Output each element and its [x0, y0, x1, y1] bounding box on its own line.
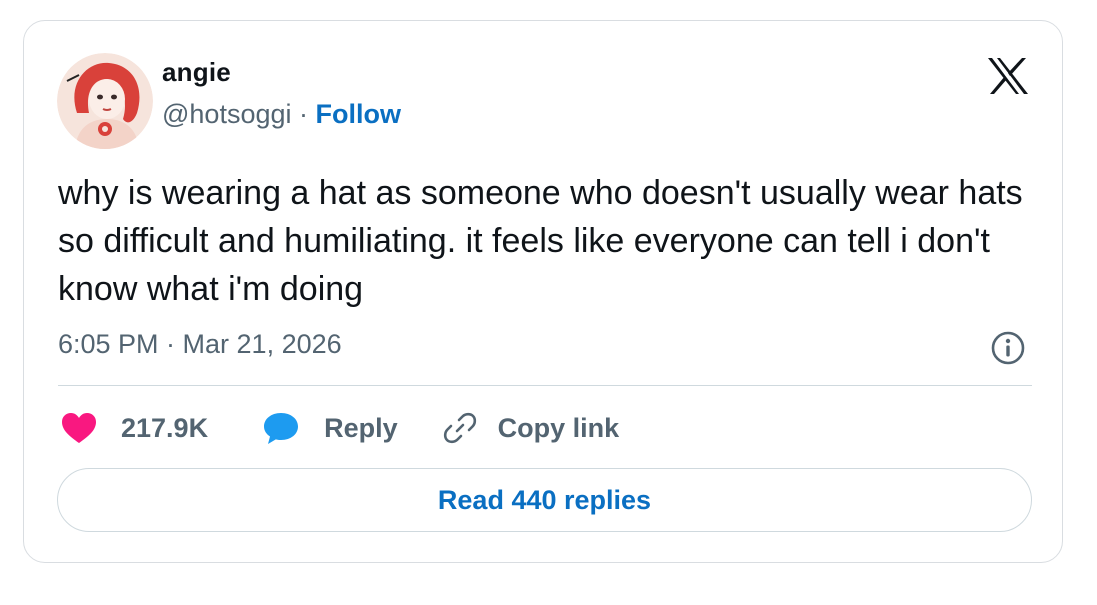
reply-button[interactable]: Reply	[262, 411, 398, 445]
reply-label: Reply	[324, 412, 398, 443]
copy-link-button[interactable]: Copy link	[442, 410, 620, 446]
action-bar: 217.9K Reply Copy link	[61, 406, 619, 450]
handle-row: @hotsoggi · Follow	[162, 99, 401, 130]
display-name[interactable]: angie	[162, 57, 231, 88]
link-icon	[443, 412, 476, 444]
handle-separator: ·	[291, 99, 316, 129]
like-button[interactable]: 217.9K	[61, 412, 208, 444]
timestamp[interactable]: 6:05 PM · Mar 21, 2026	[58, 329, 342, 360]
heart-icon	[62, 413, 96, 443]
avatar[interactable]	[57, 53, 153, 149]
copy-link-label: Copy link	[497, 412, 620, 443]
handle[interactable]: @hotsoggi	[162, 99, 292, 129]
info-icon[interactable]	[990, 330, 1026, 366]
like-count: 217.9K	[121, 412, 209, 443]
read-replies-button[interactable]: Read 440 replies	[57, 468, 1032, 532]
speech-bubble-icon	[264, 413, 299, 444]
tweet-text: why is wearing a hat as someone who does…	[58, 174, 1023, 308]
x-logo-icon[interactable]	[986, 56, 1030, 96]
follow-button[interactable]: Follow	[316, 99, 401, 129]
divider	[58, 385, 1032, 386]
tweet-card: angie @hotsoggi · Follow why is wearing …	[23, 20, 1063, 563]
avatar-image	[57, 53, 153, 149]
